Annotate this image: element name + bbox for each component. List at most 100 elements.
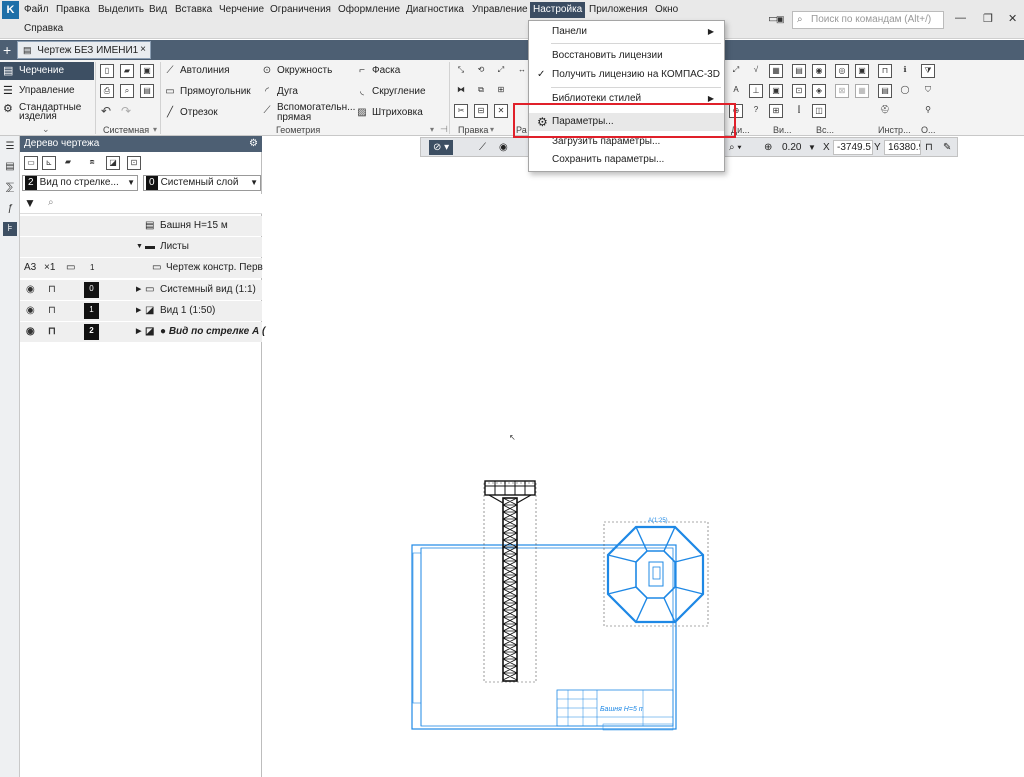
menu-item-save-parameters[interactable]: Сохранить параметры...	[529, 151, 724, 169]
lock-coordinate-icon[interactable]: ⊓	[925, 140, 933, 155]
projection-icon[interactable]: ⊞	[769, 104, 783, 118]
lock-icon[interactable]: ⊓	[48, 280, 56, 300]
menu-apps[interactable]: Приложения	[589, 2, 648, 18]
tree-view-row-2[interactable]: ◉ ⊓ 2 ▶ ◪ ● Вид по стрелке А (	[20, 322, 265, 342]
print-icon[interactable]: ⎙	[100, 84, 114, 98]
dimension-icon[interactable]: ↔	[515, 64, 529, 78]
info-icon[interactable]: ℹ	[898, 64, 912, 78]
menu-manage[interactable]: Управление	[472, 2, 528, 18]
new-document-icon[interactable]: ▯	[100, 64, 114, 78]
ribbon-tab-manage[interactable]: ☰ Управление	[0, 82, 94, 100]
tree-view-row-1[interactable]: ◉ ⊓ 1 ▶ ◪ Вид 1 (1:50)	[20, 301, 262, 321]
section-icon[interactable]: ◉	[812, 64, 826, 78]
gear-icon[interactable]: ⚙	[249, 136, 258, 152]
tool-construction-line[interactable]: ⟋ Вспомогательн... прямая	[260, 103, 356, 123]
delete-icon[interactable]: ✕	[494, 104, 508, 118]
detail-view-icon[interactable]: ◎	[835, 64, 849, 78]
tree-tool-sheet-icon[interactable]: ▰	[61, 156, 75, 170]
tolerance-icon[interactable]: ⊥	[749, 84, 763, 98]
pen-icon[interactable]: ✎	[943, 140, 951, 155]
tool-fillet[interactable]: ◟ Скругление	[355, 86, 425, 97]
zoom-value[interactable]: 0.20	[782, 140, 801, 155]
zoom-icon[interactable]: ⊕	[764, 140, 772, 155]
tree-view-row-0[interactable]: ◉ ⊓ 0 ▶ ▭ Системный вид (1:1)	[20, 280, 262, 300]
chevron-down-icon[interactable]: ▼	[808, 140, 816, 155]
tree-tool-layer-icon[interactable]: ⊾	[42, 156, 56, 170]
function-icon[interactable]: ƒ	[3, 202, 17, 216]
document-tab[interactable]: ▤ Чертеж БЕЗ ИМЕНИ1 ×	[17, 41, 151, 59]
base-icon[interactable]: ▣	[769, 84, 783, 98]
trim-icon[interactable]: ✂	[454, 104, 468, 118]
move-icon[interactable]: ⤡	[454, 64, 468, 78]
menu-item-panels[interactable]: Панели ▶	[529, 23, 724, 41]
minimize-icon[interactable]: —	[955, 12, 966, 24]
menu-design[interactable]: Оформление	[338, 2, 400, 18]
tree-icon[interactable]: ⊧	[3, 222, 17, 236]
tree-tool-export-icon[interactable]: ⊡	[127, 156, 141, 170]
tree-tool-object-icon[interactable]: ⧈	[85, 156, 99, 170]
layout-icon[interactable]: ▦	[855, 84, 869, 98]
window-split-icon[interactable]: ▣	[776, 14, 785, 25]
hat-icon[interactable]: ⛑	[878, 104, 892, 118]
snap-icon[interactable]: ⊘ ▾	[429, 140, 454, 155]
tool-chamfer[interactable]: ⌐ Фаска	[355, 65, 400, 76]
layer-select[interactable]: 0 Системный слой ▼	[143, 175, 261, 191]
tool-arc[interactable]: ◜ Дуга	[260, 86, 298, 97]
local-view-icon[interactable]: ◈	[812, 84, 826, 98]
question-icon[interactable]: ?	[749, 104, 763, 118]
new-document-icon[interactable]: +	[3, 41, 11, 59]
text-icon[interactable]: A	[729, 84, 743, 98]
expand-ribbon-icon[interactable]: ⌄	[42, 124, 50, 135]
tool-autoline[interactable]: ⟋ Автолиния	[163, 65, 230, 76]
variables-icon[interactable]: ⅀	[3, 181, 17, 195]
copy-icon[interactable]: ⧉	[474, 84, 488, 98]
save-icon[interactable]: ▣	[140, 64, 154, 78]
eye-icon[interactable]: ◉	[26, 301, 35, 321]
properties-icon[interactable]: ▤	[3, 160, 17, 174]
menu-item-get-license[interactable]: ✓ Получить лицензию на КОМПАС-3D	[529, 66, 724, 84]
measure-icon[interactable]: ⊓	[878, 64, 892, 78]
undo-icon[interactable]: ↶	[101, 104, 111, 118]
menu-help[interactable]: Справка	[24, 21, 63, 37]
zoom-select-icon[interactable]: ⌕ ▾	[729, 140, 742, 155]
restore-icon[interactable]: ❐	[983, 12, 993, 25]
menu-diagnostics[interactable]: Диагностика	[406, 2, 464, 18]
chevron-right-icon[interactable]: ▶	[136, 280, 141, 300]
eye-tool-icon[interactable]: ◉	[499, 140, 508, 155]
view-icon[interactable]: ▤	[792, 64, 806, 78]
redo-icon[interactable]: ↷	[121, 104, 131, 118]
circle-select-icon[interactable]: ◯	[898, 84, 912, 98]
pin-icon[interactable]: ⊣	[440, 124, 448, 135]
drawing-canvas[interactable]: Башня Н=5 п А(1:25) ↖	[263, 158, 1024, 777]
group-expand-icon[interactable]: ▾	[153, 125, 157, 134]
image-icon[interactable]: ▣	[855, 64, 869, 78]
calculator-icon[interactable]: ▤	[878, 84, 892, 98]
object-icon[interactable]: ◫	[812, 104, 826, 118]
menu-constraints[interactable]: Ограничения	[270, 2, 331, 18]
menu-edit[interactable]: Правка	[56, 2, 90, 18]
ribbon-tab-drafting[interactable]: ▤ Черчение	[0, 62, 94, 80]
properties-icon[interactable]: ▤	[140, 84, 154, 98]
tool-rectangle[interactable]: ▭ Прямоугольник	[163, 86, 250, 97]
menu-window[interactable]: Окно	[655, 2, 678, 18]
mirror-icon[interactable]: ⧓	[454, 84, 468, 98]
filter-icon[interactable]: ⧩	[921, 64, 935, 78]
y-coordinate[interactable]: 16380.9	[884, 140, 921, 155]
tool-segment[interactable]: ╱ Отрезок	[163, 107, 218, 118]
group-expand-icon[interactable]: ▾	[430, 125, 434, 134]
leader-icon[interactable]: ⤢	[729, 64, 743, 78]
filter-icon[interactable]: ▼	[24, 196, 36, 210]
tree-root[interactable]: ▤ Башня Н=15 м	[20, 216, 262, 236]
close-icon[interactable]: ✕	[1008, 12, 1017, 25]
lock-icon[interactable]: ⊓	[48, 322, 56, 342]
tool-hatch[interactable]: ▨ Штриховка	[355, 107, 423, 118]
tool-circle[interactable]: ⊙ Окружность	[260, 65, 332, 76]
tree-sheet-row[interactable]: А3 ×1 ▭ 1 ▭ Чертеж констр. Перв	[20, 258, 263, 278]
array-icon[interactable]: ⊞	[494, 84, 508, 98]
table-icon[interactable]: ▦	[769, 64, 783, 78]
rotate-icon[interactable]: ⟲	[474, 64, 488, 78]
wrench-icon[interactable]: ⚲	[921, 104, 935, 118]
menu-insert[interactable]: Вставка	[175, 2, 212, 18]
chevron-right-icon[interactable]: ▶	[136, 322, 141, 342]
view-select[interactable]: 2 Вид по стрелке... ▼	[22, 175, 138, 191]
